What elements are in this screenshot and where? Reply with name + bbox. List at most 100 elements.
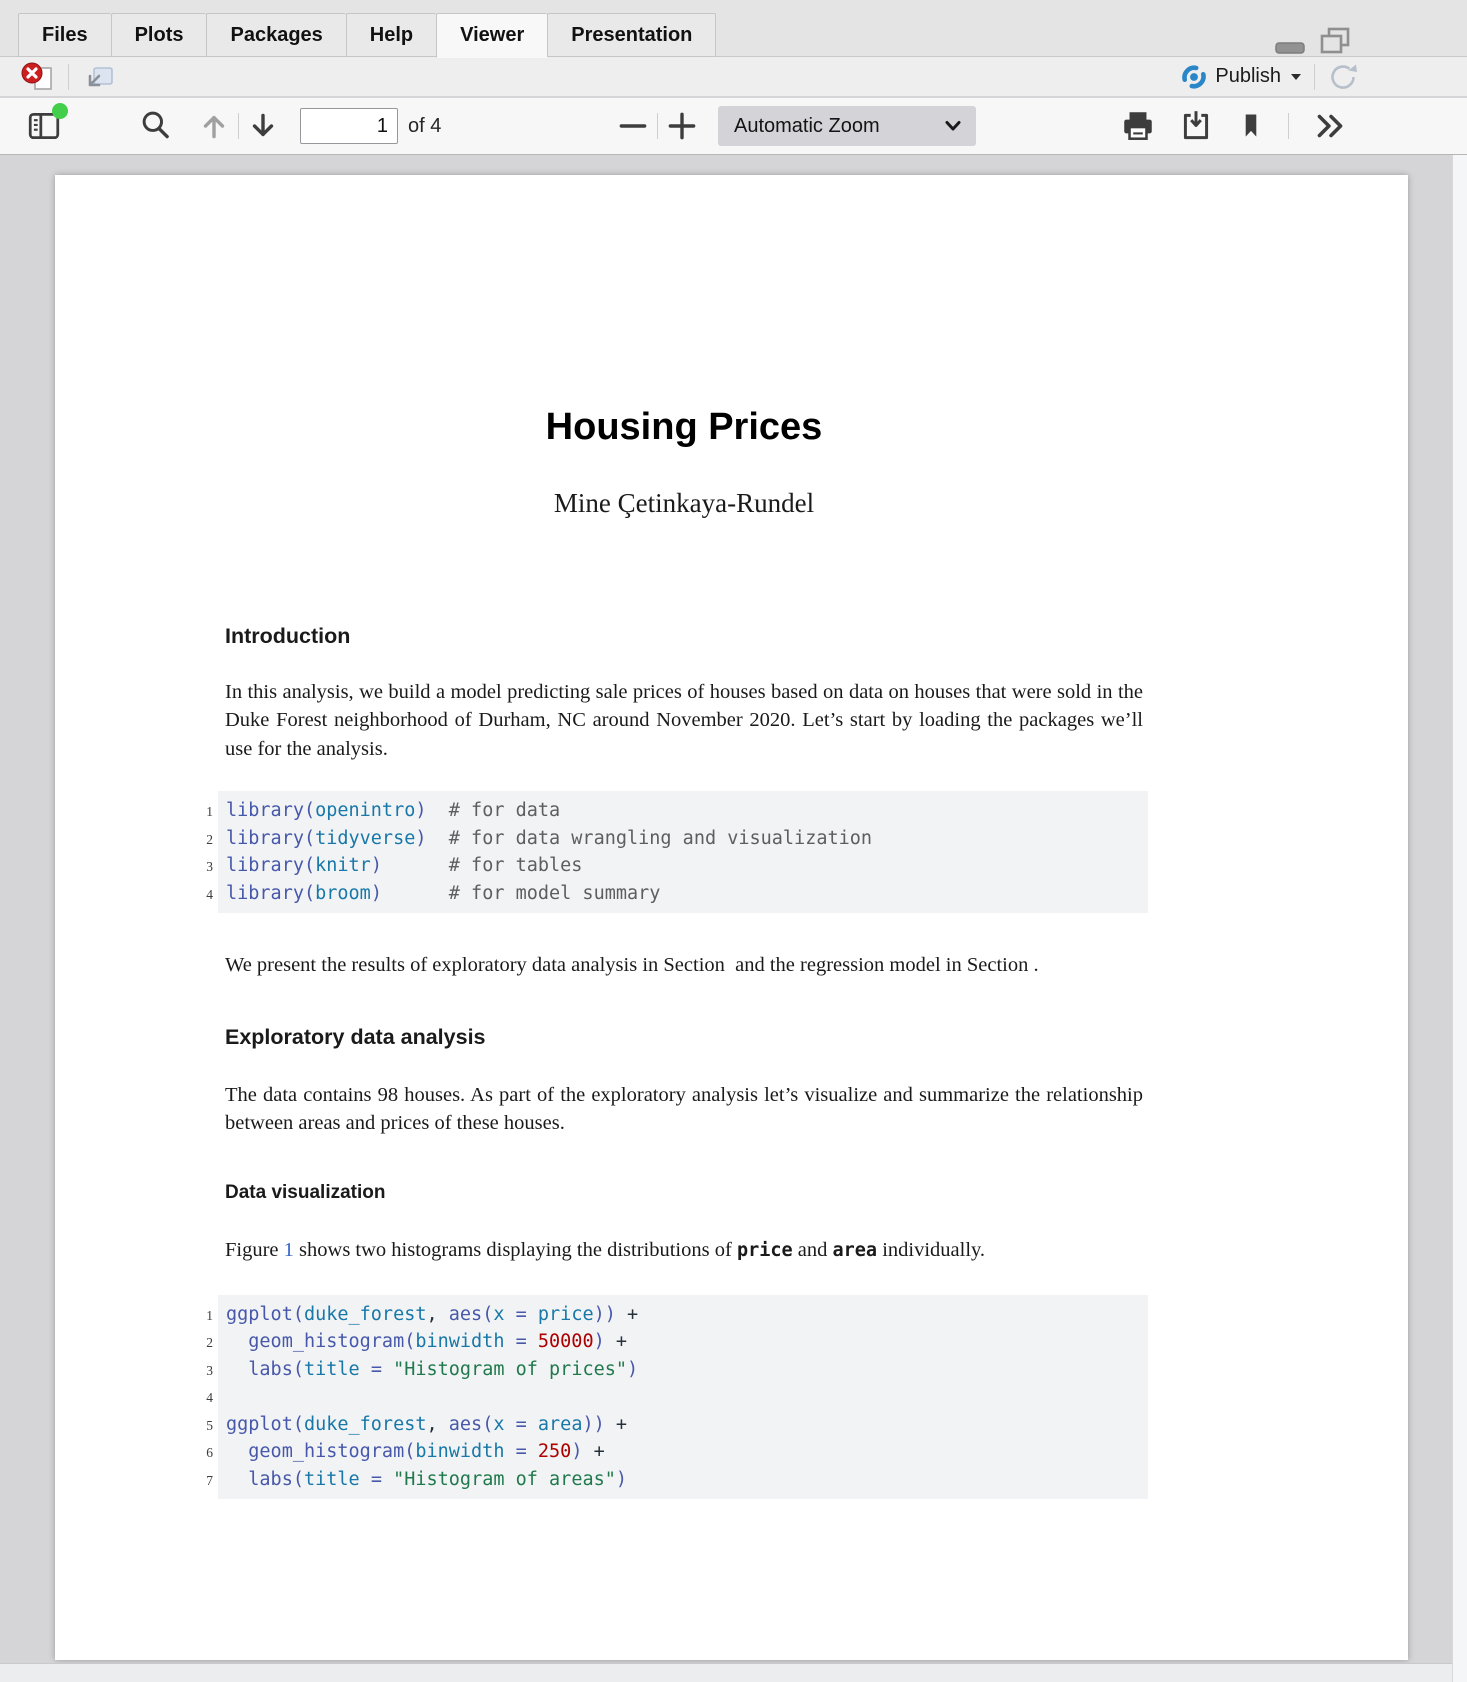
minimize-pane-button[interactable] xyxy=(1272,32,1308,56)
toolbar-separator xyxy=(657,113,658,139)
save-button[interactable] xyxy=(1178,108,1214,144)
minimize-icon xyxy=(1272,32,1308,56)
line-number: 6 xyxy=(193,1439,213,1467)
maximize-pane-button[interactable] xyxy=(1318,26,1352,56)
line-number: 2 xyxy=(193,1329,213,1357)
search-icon xyxy=(138,108,174,144)
toggle-sidebar-button[interactable] xyxy=(26,108,62,144)
print-button[interactable] xyxy=(1120,108,1156,144)
chevron-down-icon xyxy=(944,120,962,132)
line-number: 2 xyxy=(193,826,213,854)
tab-presentation-label: Presentation xyxy=(571,24,692,47)
pane-window-buttons xyxy=(1272,26,1352,56)
pdf-toolbar: of 4 Automatic Zoom xyxy=(0,98,1467,155)
line-number: 4 xyxy=(193,1384,213,1412)
double-chevron-icon xyxy=(1311,108,1349,144)
tab-strip: Files Plots Packages Help Viewer Present… xyxy=(18,13,716,57)
tab-packages[interactable]: Packages xyxy=(206,13,345,57)
paragraph-text: Figure xyxy=(225,1239,284,1261)
code-line: 7 labs(title = "Histogram of areas") xyxy=(226,1466,1148,1494)
notification-dot xyxy=(52,103,68,119)
print-icon xyxy=(1120,108,1156,144)
document-body: Housing Prices Mine Çetinkaya-Rundel Int… xyxy=(225,175,1143,1499)
next-page-button[interactable] xyxy=(245,108,281,144)
line-number: 7 xyxy=(193,1467,213,1495)
pdf-viewer-area[interactable]: Housing Prices Mine Çetinkaya-Rundel Int… xyxy=(0,155,1467,1682)
code-line: 3 labs(title = "Histogram of prices") xyxy=(226,1356,1148,1384)
code-line: 4library(broom) # for model summary xyxy=(226,880,1148,908)
zoom-select-label: Automatic Zoom xyxy=(734,115,880,138)
line-number: 3 xyxy=(193,1357,213,1385)
paragraph-eda: The data contains 98 houses. As part of … xyxy=(225,1081,1143,1138)
paragraph-text: individually. xyxy=(877,1239,985,1261)
line-number: 1 xyxy=(193,798,213,826)
current-view-button[interactable] xyxy=(1236,109,1266,143)
paragraph-text: and xyxy=(793,1239,833,1261)
viewer-scrollbar[interactable] xyxy=(1452,155,1467,1682)
tab-presentation[interactable]: Presentation xyxy=(547,13,716,57)
heading-introduction: Introduction xyxy=(225,623,1143,649)
tools-button[interactable] xyxy=(1311,108,1349,144)
code-block-histograms: 1ggplot(duke_forest, aes(x = price)) +2 … xyxy=(218,1295,1148,1500)
save-icon xyxy=(1178,108,1214,144)
tab-help-label: Help xyxy=(370,24,413,47)
viewer-toolbar: Publish xyxy=(0,57,1467,97)
tab-packages-label: Packages xyxy=(230,24,322,47)
dropdown-caret-icon xyxy=(1290,73,1302,81)
zoom-out-button[interactable] xyxy=(615,108,651,144)
refresh-icon xyxy=(1327,61,1359,93)
refresh-button[interactable] xyxy=(1327,61,1359,93)
code-line: 3library(knitr) # for tables xyxy=(226,852,1148,880)
line-number: 3 xyxy=(193,853,213,881)
inline-code: area xyxy=(833,1240,878,1261)
heading-exploratory-data-analysis: Exploratory data analysis xyxy=(225,1024,1143,1050)
figure-reference-link[interactable]: 1 xyxy=(284,1239,294,1261)
toolbar-separator xyxy=(238,113,239,139)
line-number: 5 xyxy=(193,1412,213,1440)
zoom-select[interactable]: Automatic Zoom xyxy=(718,106,976,146)
bookmark-icon xyxy=(1236,109,1266,143)
line-number: 1 xyxy=(193,1302,213,1330)
toolbar-separator xyxy=(1314,64,1315,90)
page-number-input[interactable] xyxy=(300,108,398,144)
pdf-page: Housing Prices Mine Çetinkaya-Rundel Int… xyxy=(55,175,1408,1660)
open-in-new-window-button[interactable] xyxy=(83,62,115,92)
popout-icon xyxy=(83,62,115,92)
tab-files[interactable]: Files xyxy=(18,13,111,57)
publish-label: Publish xyxy=(1215,65,1281,88)
code-line: 1ggplot(duke_forest, aes(x = price)) + xyxy=(226,1301,1148,1329)
line-number: 4 xyxy=(193,881,213,909)
arrow-up-icon xyxy=(196,108,232,144)
tab-plots[interactable]: Plots xyxy=(111,13,207,57)
inline-code: price xyxy=(737,1240,793,1261)
tab-help[interactable]: Help xyxy=(346,13,436,57)
code-line: 4 xyxy=(226,1383,1148,1411)
viewer-bottom-edge xyxy=(0,1663,1452,1682)
tab-plots-label: Plots xyxy=(135,24,184,47)
page-count-label: of 4 xyxy=(408,115,441,138)
code-line: 2 geom_histogram(binwidth = 50000) + xyxy=(226,1328,1148,1356)
tab-viewer-label: Viewer xyxy=(460,24,524,47)
maximize-icon xyxy=(1318,26,1352,56)
minus-icon xyxy=(615,108,651,144)
code-line: 6 geom_histogram(binwidth = 250) + xyxy=(226,1438,1148,1466)
publish-icon xyxy=(1182,65,1206,89)
code-line: 2library(tidyverse) # for data wrangling… xyxy=(226,825,1148,853)
arrow-down-icon xyxy=(245,108,281,144)
code-block-libraries: 1library(openintro) # for data2library(t… xyxy=(218,791,1148,913)
tab-files-label: Files xyxy=(42,24,88,47)
publish-button[interactable]: Publish xyxy=(1182,65,1302,89)
clear-viewer-button[interactable] xyxy=(20,61,54,93)
zoom-in-button[interactable] xyxy=(664,108,700,144)
toolbar-separator xyxy=(1288,113,1289,139)
code-line: 1library(openintro) # for data xyxy=(226,797,1148,825)
tab-viewer[interactable]: Viewer xyxy=(436,13,547,58)
paragraph-sections: We present the results of exploratory da… xyxy=(225,951,1143,979)
previous-page-button[interactable] xyxy=(196,108,232,144)
paragraph-figure: Figure 1 shows two histograms displaying… xyxy=(225,1236,1143,1265)
find-button[interactable] xyxy=(138,108,174,144)
document-author: Mine Çetinkaya-Rundel xyxy=(225,487,1143,519)
heading-data-visualization: Data visualization xyxy=(225,1181,1143,1204)
code-line: 5ggplot(duke_forest, aes(x = area)) + xyxy=(226,1411,1148,1439)
plus-icon xyxy=(664,108,700,144)
